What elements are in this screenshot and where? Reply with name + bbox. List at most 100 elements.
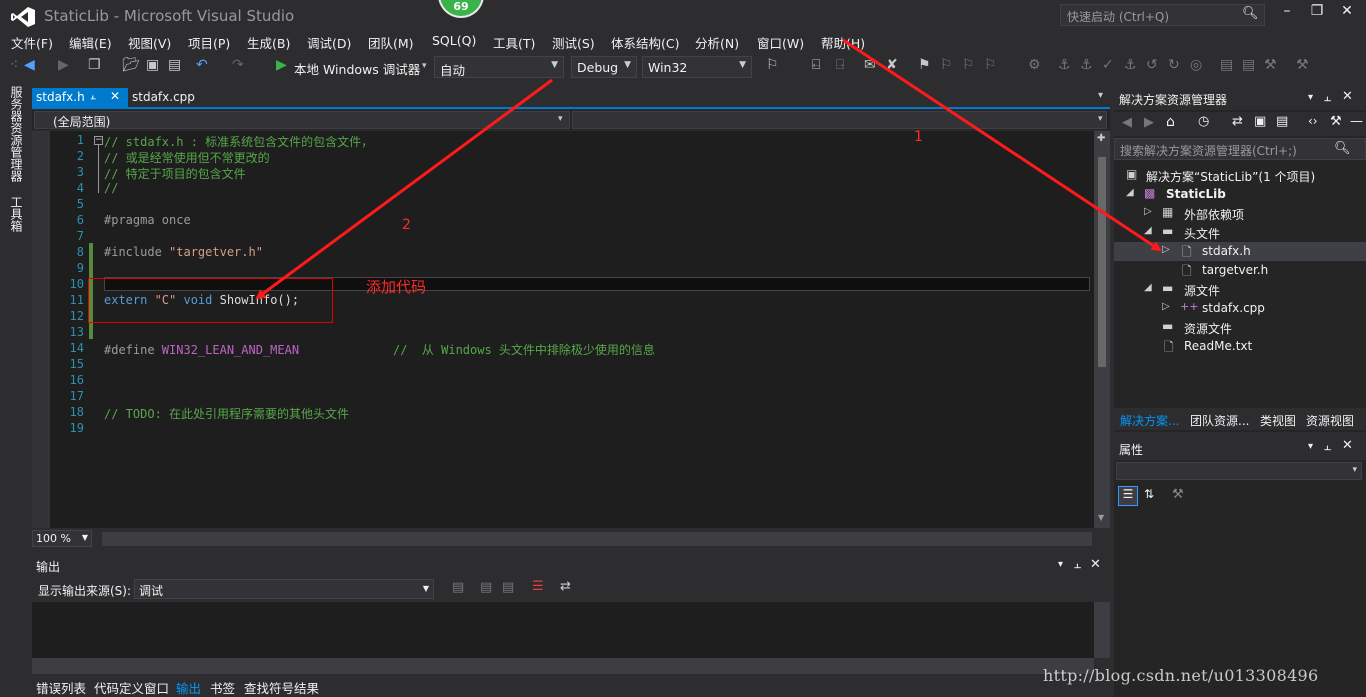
tree-item-resource-files[interactable]: ▬ 资源文件: [1114, 318, 1366, 337]
notification-badge[interactable]: 69: [438, 0, 484, 18]
properties-object-combo[interactable]: ▾: [1116, 462, 1362, 480]
tree-item-source-files[interactable]: ◢ ▬ 源文件: [1114, 280, 1366, 299]
expanded-arrow-icon[interactable]: ◢: [1144, 282, 1152, 293]
menu-debug[interactable]: 调试(D): [307, 33, 351, 52]
collapse-outline-icon[interactable]: −: [94, 136, 103, 145]
forward-icon[interactable]: ▶: [1144, 115, 1154, 130]
bookmark-icon[interactable]: ⚑: [918, 57, 931, 73]
start-debugging-button[interactable]: 本地 Windows 调试器: [294, 59, 420, 78]
zoom-combo[interactable]: 100 % ▼: [32, 530, 92, 547]
pin-icon[interactable]: ⫠: [1074, 557, 1081, 572]
collapse-all-icon[interactable]: ▣: [1254, 114, 1266, 129]
menu-window[interactable]: 窗口(W): [757, 33, 804, 52]
step-icon[interactable]: ⍇: [812, 57, 820, 73]
search-icon[interactable]: 🔍︎: [1242, 6, 1259, 21]
tab-code-definition[interactable]: 代码定义窗口: [94, 678, 169, 697]
toolbox-tab[interactable]: 工具箱: [8, 196, 25, 232]
properties-wrench-icon[interactable]: ⚒: [1330, 114, 1342, 129]
quick-launch-input[interactable]: 快速启动 (Ctrl+Q): [1060, 4, 1265, 26]
tree-item-external-deps[interactable]: ▷ ▦ 外部依赖项: [1114, 204, 1366, 223]
property-pages-icon[interactable]: ⚒: [1172, 487, 1184, 502]
tree-item-header-files[interactable]: ◢ ▬ 头文件: [1114, 223, 1366, 242]
back-icon[interactable]: ◀: [24, 57, 35, 73]
tree-item-stdafx-h[interactable]: ▷ 🗋︎ stdafx.h: [1114, 242, 1366, 261]
menu-test[interactable]: 测试(S): [552, 33, 595, 52]
menu-team[interactable]: 团队(M): [368, 33, 414, 52]
uncomment-icon[interactable]: ✘: [886, 57, 898, 73]
start-debugging-icon[interactable]: ▶: [276, 57, 287, 73]
clear-all-icon[interactable]: ☰: [532, 579, 544, 594]
minimize-button[interactable]: –: [1272, 3, 1302, 25]
redo-icon[interactable]: ↷: [232, 57, 244, 73]
output-vertical-scrollbar[interactable]: [1094, 602, 1110, 658]
tree-item-project[interactable]: ◢ ▩ StaticLib: [1114, 185, 1366, 204]
forward-icon[interactable]: ▶: [58, 57, 69, 73]
tab-team-explorer[interactable]: 团队资源...: [1190, 412, 1249, 429]
close-window-button[interactable]: ✕: [1332, 3, 1362, 25]
pin-icon[interactable]: ⫠: [1324, 90, 1331, 105]
undo-icon[interactable]: ↶: [196, 57, 208, 73]
platform-combo[interactable]: Win32 ▼: [642, 56, 752, 78]
menu-build[interactable]: 生成(B): [247, 33, 290, 52]
expanded-arrow-icon[interactable]: ◢: [1126, 187, 1134, 198]
expanded-arrow-icon[interactable]: ◢: [1144, 225, 1152, 236]
tree-item-stdafx-cpp[interactable]: ▷ ++ stdafx.cpp: [1114, 299, 1366, 318]
tab-error-list[interactable]: 错误列表: [36, 678, 86, 697]
search-icon[interactable]: 🔍︎: [1334, 141, 1351, 156]
chevron-down-icon[interactable]: ▾: [422, 61, 427, 71]
back-icon[interactable]: ◀: [1122, 115, 1132, 130]
tab-solution-explorer[interactable]: 解决方案...: [1120, 412, 1179, 429]
tab-stdafx-cpp[interactable]: stdafx.cpp: [132, 90, 195, 104]
solution-search-input[interactable]: 搜索解决方案资源管理器(Ctrl+;): [1114, 138, 1366, 160]
menu-tools[interactable]: 工具(T): [493, 33, 535, 52]
close-icon[interactable]: ✕: [110, 89, 120, 103]
run-mode-combo[interactable]: 自动 ▼: [434, 56, 564, 78]
tab-resource-view[interactable]: 资源视图: [1306, 412, 1354, 429]
restore-button[interactable]: ❐: [1302, 3, 1332, 25]
tree-item-targetver-h[interactable]: 🗋︎ targetver.h: [1114, 261, 1366, 280]
collapsed-arrow-icon[interactable]: ▷: [1144, 206, 1152, 217]
sync-icon[interactable]: ⇄: [1232, 114, 1243, 129]
panel-menu-icon[interactable]: ▾: [1058, 559, 1063, 570]
output-text-area[interactable]: [32, 602, 1094, 658]
menu-file[interactable]: 文件(F): [11, 33, 53, 52]
menu-project[interactable]: 项目(P): [188, 33, 230, 52]
scope-combo[interactable]: (全局范围): [34, 111, 570, 129]
close-icon[interactable]: ✕: [1342, 89, 1353, 104]
toolbar-overflow-icon[interactable]: —: [1350, 114, 1363, 129]
new-project-icon[interactable]: ❐: [88, 57, 101, 73]
menu-analyze[interactable]: 分析(N): [695, 33, 739, 52]
save-icon[interactable]: ▣: [146, 57, 159, 73]
editor-vertical-scrollbar[interactable]: ✚ ▼: [1094, 131, 1110, 528]
tab-bookmarks[interactable]: 书签: [210, 678, 235, 697]
tree-item-readme[interactable]: 🗋︎ ReadMe.txt: [1114, 337, 1366, 356]
server-explorer-tab[interactable]: 服务器资源管理器: [8, 86, 25, 182]
scroll-down-icon[interactable]: ▼: [1098, 513, 1104, 522]
pin-icon[interactable]: ⫠: [90, 91, 96, 102]
view-code-icon[interactable]: ‹›: [1308, 114, 1318, 128]
chevron-down-icon[interactable]: ▾: [558, 114, 563, 124]
member-combo[interactable]: [572, 111, 1107, 129]
scroll-thumb[interactable]: [1098, 157, 1106, 367]
close-icon[interactable]: ✕: [1090, 557, 1101, 572]
tab-stdafx-h[interactable]: stdafx.h ⫠ ✕: [32, 88, 128, 107]
menu-edit[interactable]: 编辑(E): [69, 33, 112, 52]
code-editor[interactable]: − 1 2 3 4 5 6 7 8 9 10 11 12 13 14 15 16…: [32, 131, 1094, 528]
tab-output[interactable]: 输出: [176, 678, 201, 697]
alphabetical-icon[interactable]: ⇅: [1144, 487, 1154, 501]
menu-sql[interactable]: SQL(Q): [432, 33, 476, 48]
categorized-icon[interactable]: ☰: [1118, 486, 1138, 506]
save-all-icon[interactable]: ▤: [168, 57, 181, 73]
word-wrap-icon[interactable]: ⇄: [560, 579, 571, 594]
editor-horizontal-scrollbar[interactable]: [102, 532, 1092, 546]
comment-icon[interactable]: ✉: [864, 57, 876, 73]
menu-view[interactable]: 视图(V): [128, 33, 171, 52]
output-source-combo[interactable]: 调试 ▼: [134, 579, 434, 599]
find-in-files-icon[interactable]: ⚐: [766, 57, 779, 73]
tree-item-solution[interactable]: ▣ 解决方案“StaticLib”(1 个项目): [1114, 166, 1366, 185]
split-icon[interactable]: ✚: [1097, 133, 1105, 144]
output-horizontal-scrollbar[interactable]: [32, 658, 1094, 674]
configuration-combo[interactable]: Debug ▼: [571, 56, 637, 78]
chevron-down-icon[interactable]: ▾: [1098, 114, 1103, 124]
tab-class-view[interactable]: 类视图: [1260, 412, 1296, 429]
